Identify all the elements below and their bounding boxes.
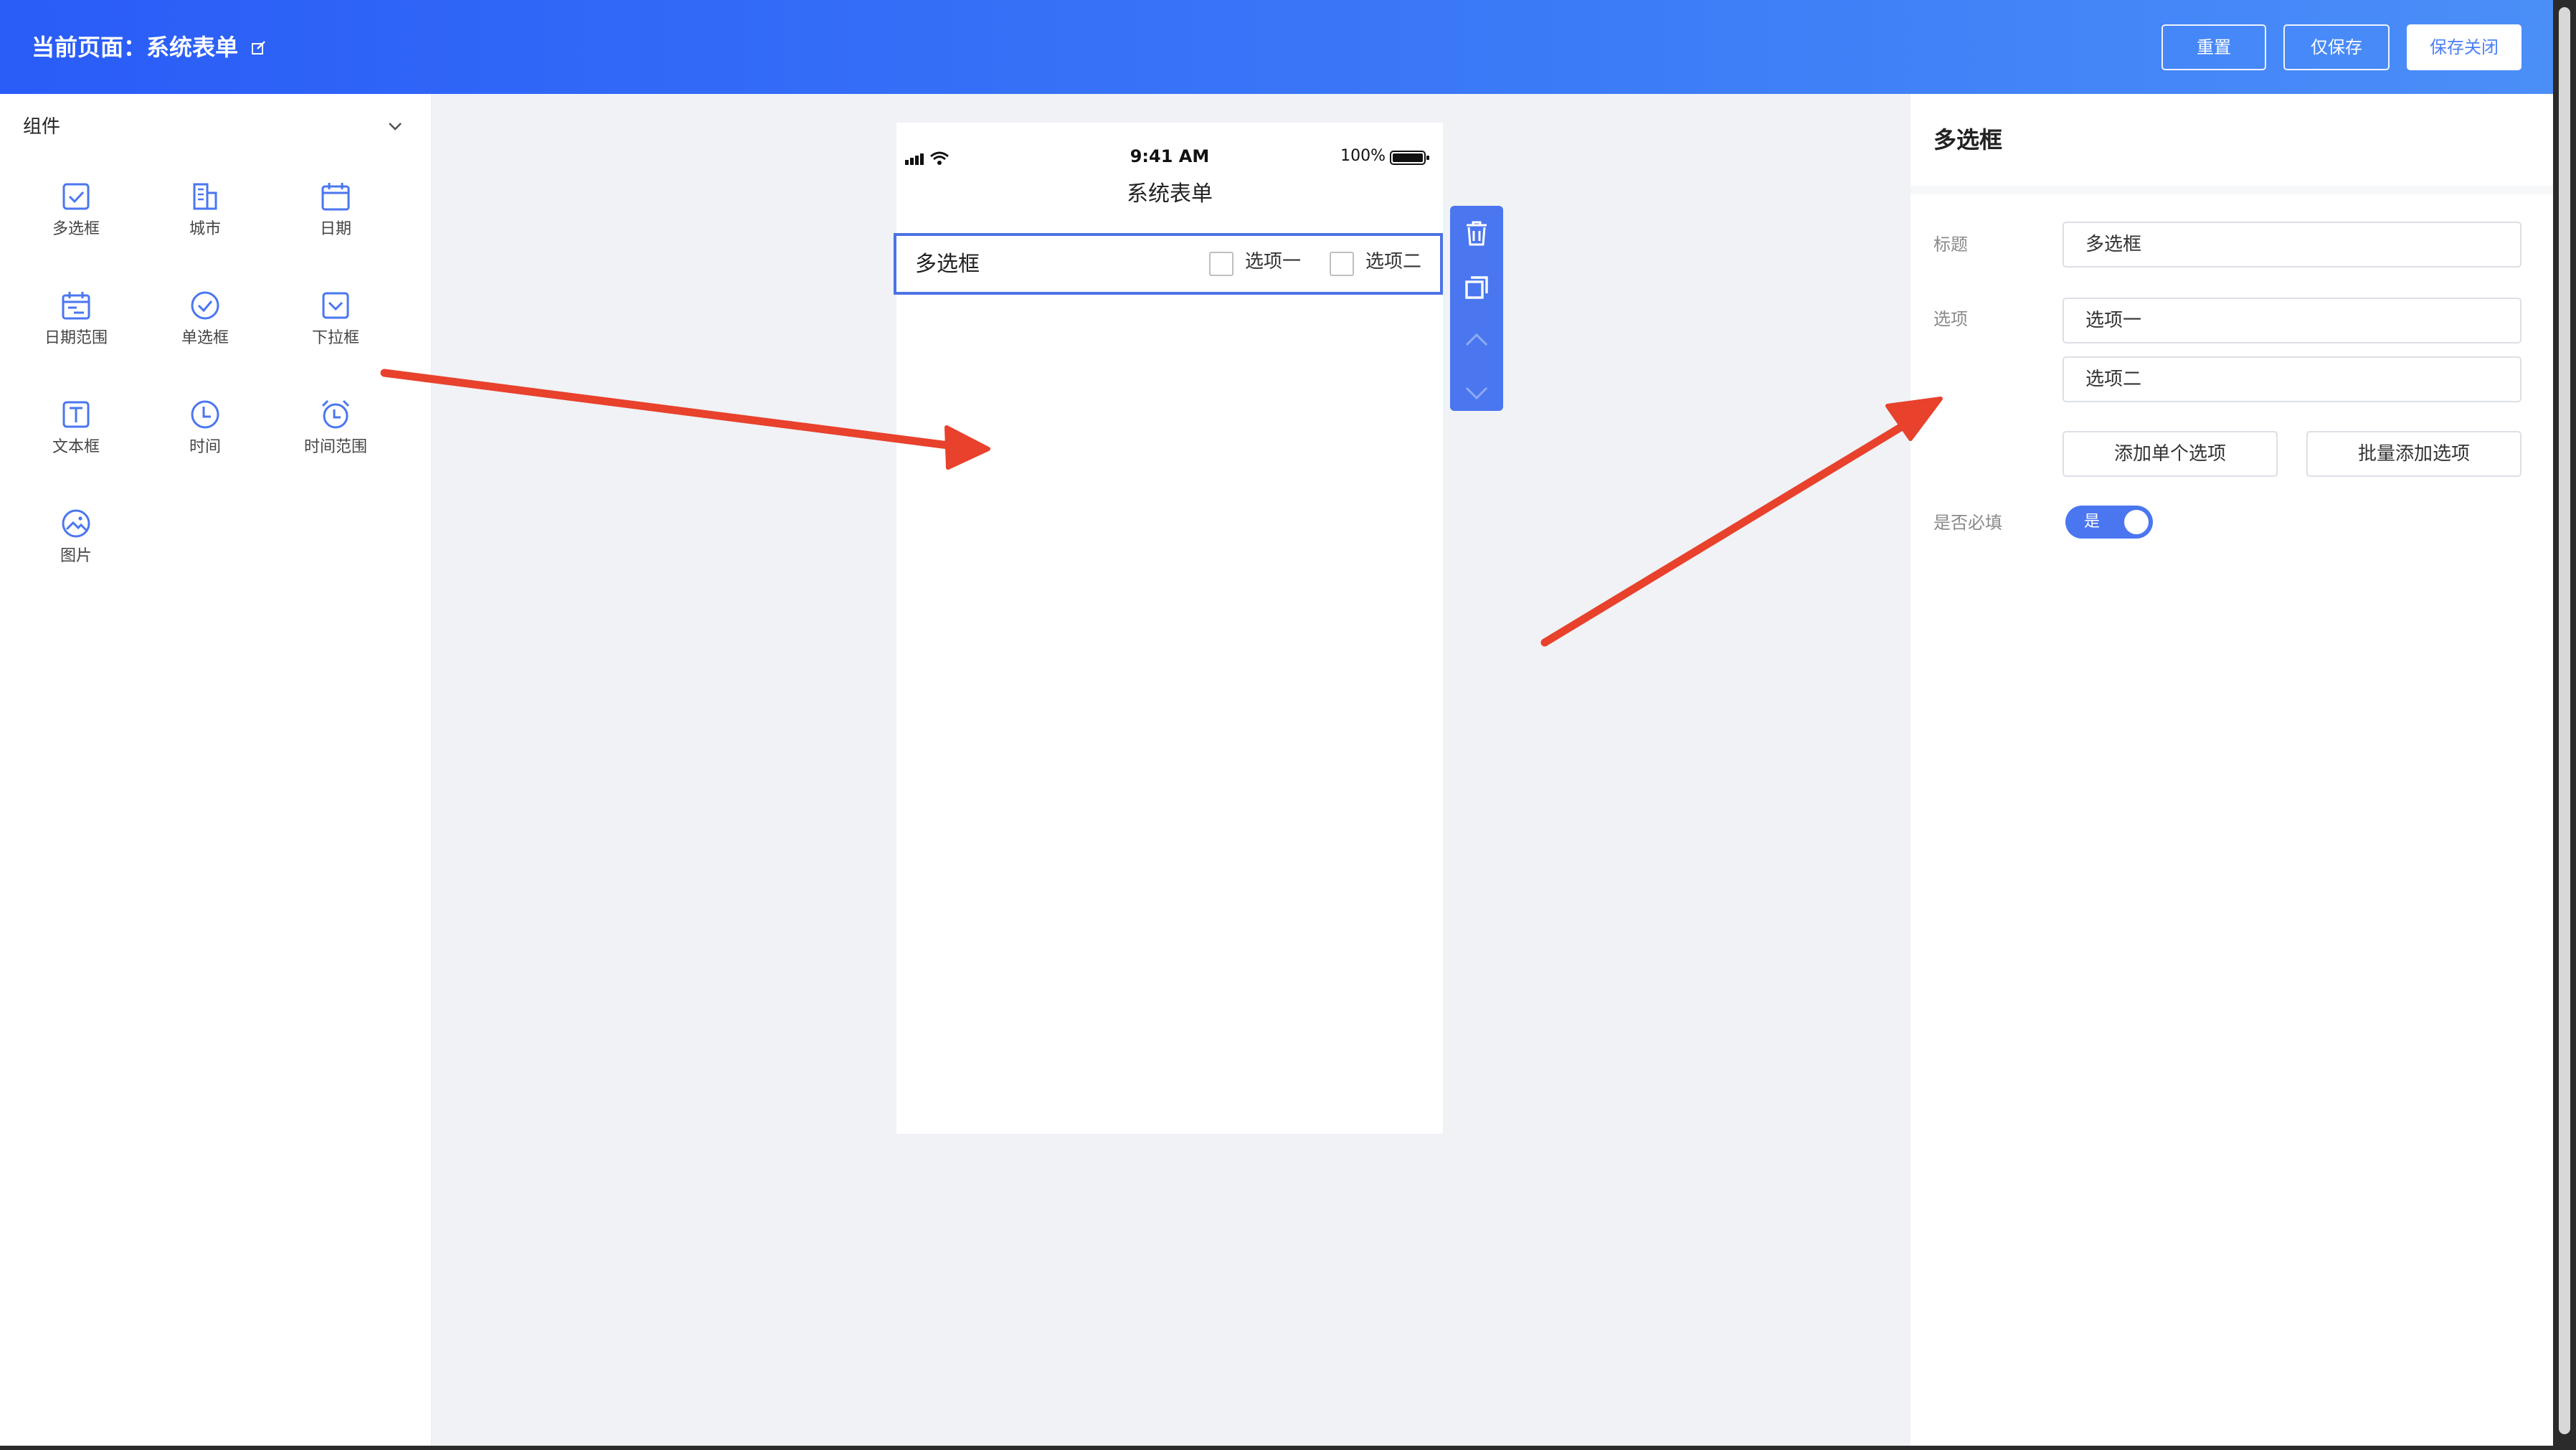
properties-title: 多选框 [1933, 126, 2003, 153]
toggle-text: 是 [2084, 513, 2101, 531]
alarm-clock-icon [321, 399, 350, 429]
trash-icon[interactable] [1462, 219, 1491, 247]
option-checkbox[interactable] [1209, 252, 1233, 276]
component-label: 文本框 [52, 438, 100, 456]
text-icon [62, 401, 90, 428]
component-image[interactable]: 图片 [11, 507, 141, 593]
options-label: 选项 [1933, 309, 1968, 329]
phone-title: 系统表单 [1127, 181, 1213, 207]
save-close-button[interactable]: 保存关闭 [2407, 24, 2521, 70]
toggle-knob [2124, 510, 2149, 534]
window-bottom-edge [0, 1446, 2576, 1450]
divider [1910, 186, 2553, 194]
option-input-2[interactable]: 选项二 [2063, 356, 2521, 402]
component-checkbox[interactable]: 多选框 [11, 180, 141, 266]
save-only-button[interactable]: 仅保存 [2283, 24, 2390, 70]
component-label: 时间 [189, 438, 221, 456]
properties-panel: 多选框 标题 多选框 选项 选项一 选项二 添加单个选项 批量添加选项 是否必填… [1910, 94, 2553, 1446]
components-panel: 组件 多选框 城市 日期 日期范围 单选框 下拉框 文本框 时间 时间范围 图片 [0, 94, 432, 1446]
calendar-icon [321, 183, 350, 211]
component-time-range[interactable]: 时间范围 [271, 398, 400, 484]
clock-icon [191, 400, 219, 429]
field-label: 多选框 [915, 252, 980, 277]
battery-icon [1390, 151, 1429, 165]
add-single-option-button[interactable]: 添加单个选项 [2063, 431, 2278, 477]
page-title: 当前页面：系统表单 [32, 34, 239, 61]
component-date-range[interactable]: 日期范围 [11, 289, 141, 375]
checkbox-icon [62, 183, 90, 210]
component-label: 图片 [60, 547, 92, 565]
move-up-icon[interactable] [1462, 326, 1491, 355]
component-label: 日期 [319, 220, 351, 238]
option-label: 选项一 [1245, 251, 1302, 273]
option-input-1[interactable]: 选项一 [2063, 298, 2521, 343]
component-label: 城市 [189, 220, 221, 238]
component-label: 时间范围 [303, 438, 367, 456]
component-time[interactable]: 时间 [141, 398, 270, 484]
component-dropdown[interactable]: 下拉框 [271, 289, 400, 375]
component-textbox[interactable]: 文本框 [11, 398, 141, 484]
batch-add-options-button[interactable]: 批量添加选项 [2306, 431, 2521, 477]
component-label: 单选框 [181, 329, 229, 347]
vertical-scrollbar[interactable] [2553, 0, 2576, 1450]
component-label: 多选框 [52, 220, 100, 238]
dropdown-icon [322, 292, 349, 319]
phone-preview: 9:41 AM 100% 系统表单 多选框 选项一 选项二 [894, 123, 1443, 1134]
design-canvas: 9:41 AM 100% 系统表单 多选框 选项一 选项二 [432, 94, 1910, 1446]
field-action-toolbar [1450, 206, 1503, 411]
title-label: 标题 [1933, 234, 1968, 255]
option-checkbox[interactable] [1330, 252, 1354, 276]
component-date[interactable]: 日期 [271, 180, 400, 266]
title-input[interactable]: 多选框 [2063, 222, 2521, 267]
copy-icon[interactable] [1462, 273, 1491, 302]
component-city[interactable]: 城市 [141, 180, 270, 266]
reset-button[interactable]: 重置 [2161, 24, 2266, 70]
edit-icon[interactable] [251, 40, 267, 56]
radio-check-icon [191, 291, 219, 320]
components-panel-title: 组件 [23, 116, 61, 138]
component-label: 日期范围 [44, 329, 108, 347]
option-label: 选项二 [1365, 251, 1422, 273]
calendar-range-icon [62, 292, 90, 320]
move-down-icon[interactable] [1462, 378, 1491, 407]
top-header: 当前页面：系统表单 重置 仅保存 保存关闭 [0, 0, 2553, 94]
chevron-down-icon[interactable] [386, 117, 404, 136]
required-label: 是否必填 [1933, 513, 2002, 533]
building-icon [193, 183, 217, 210]
scroll-thumb[interactable] [2559, 7, 2570, 1434]
image-icon [62, 509, 90, 538]
required-toggle[interactable]: 是 [2065, 506, 2153, 539]
component-label: 下拉框 [311, 329, 359, 347]
selected-checkbox-field[interactable]: 多选框 选项一 选项二 [894, 233, 1443, 295]
component-radio[interactable]: 单选框 [141, 289, 270, 375]
battery-percent: 100% [1340, 147, 1386, 165]
